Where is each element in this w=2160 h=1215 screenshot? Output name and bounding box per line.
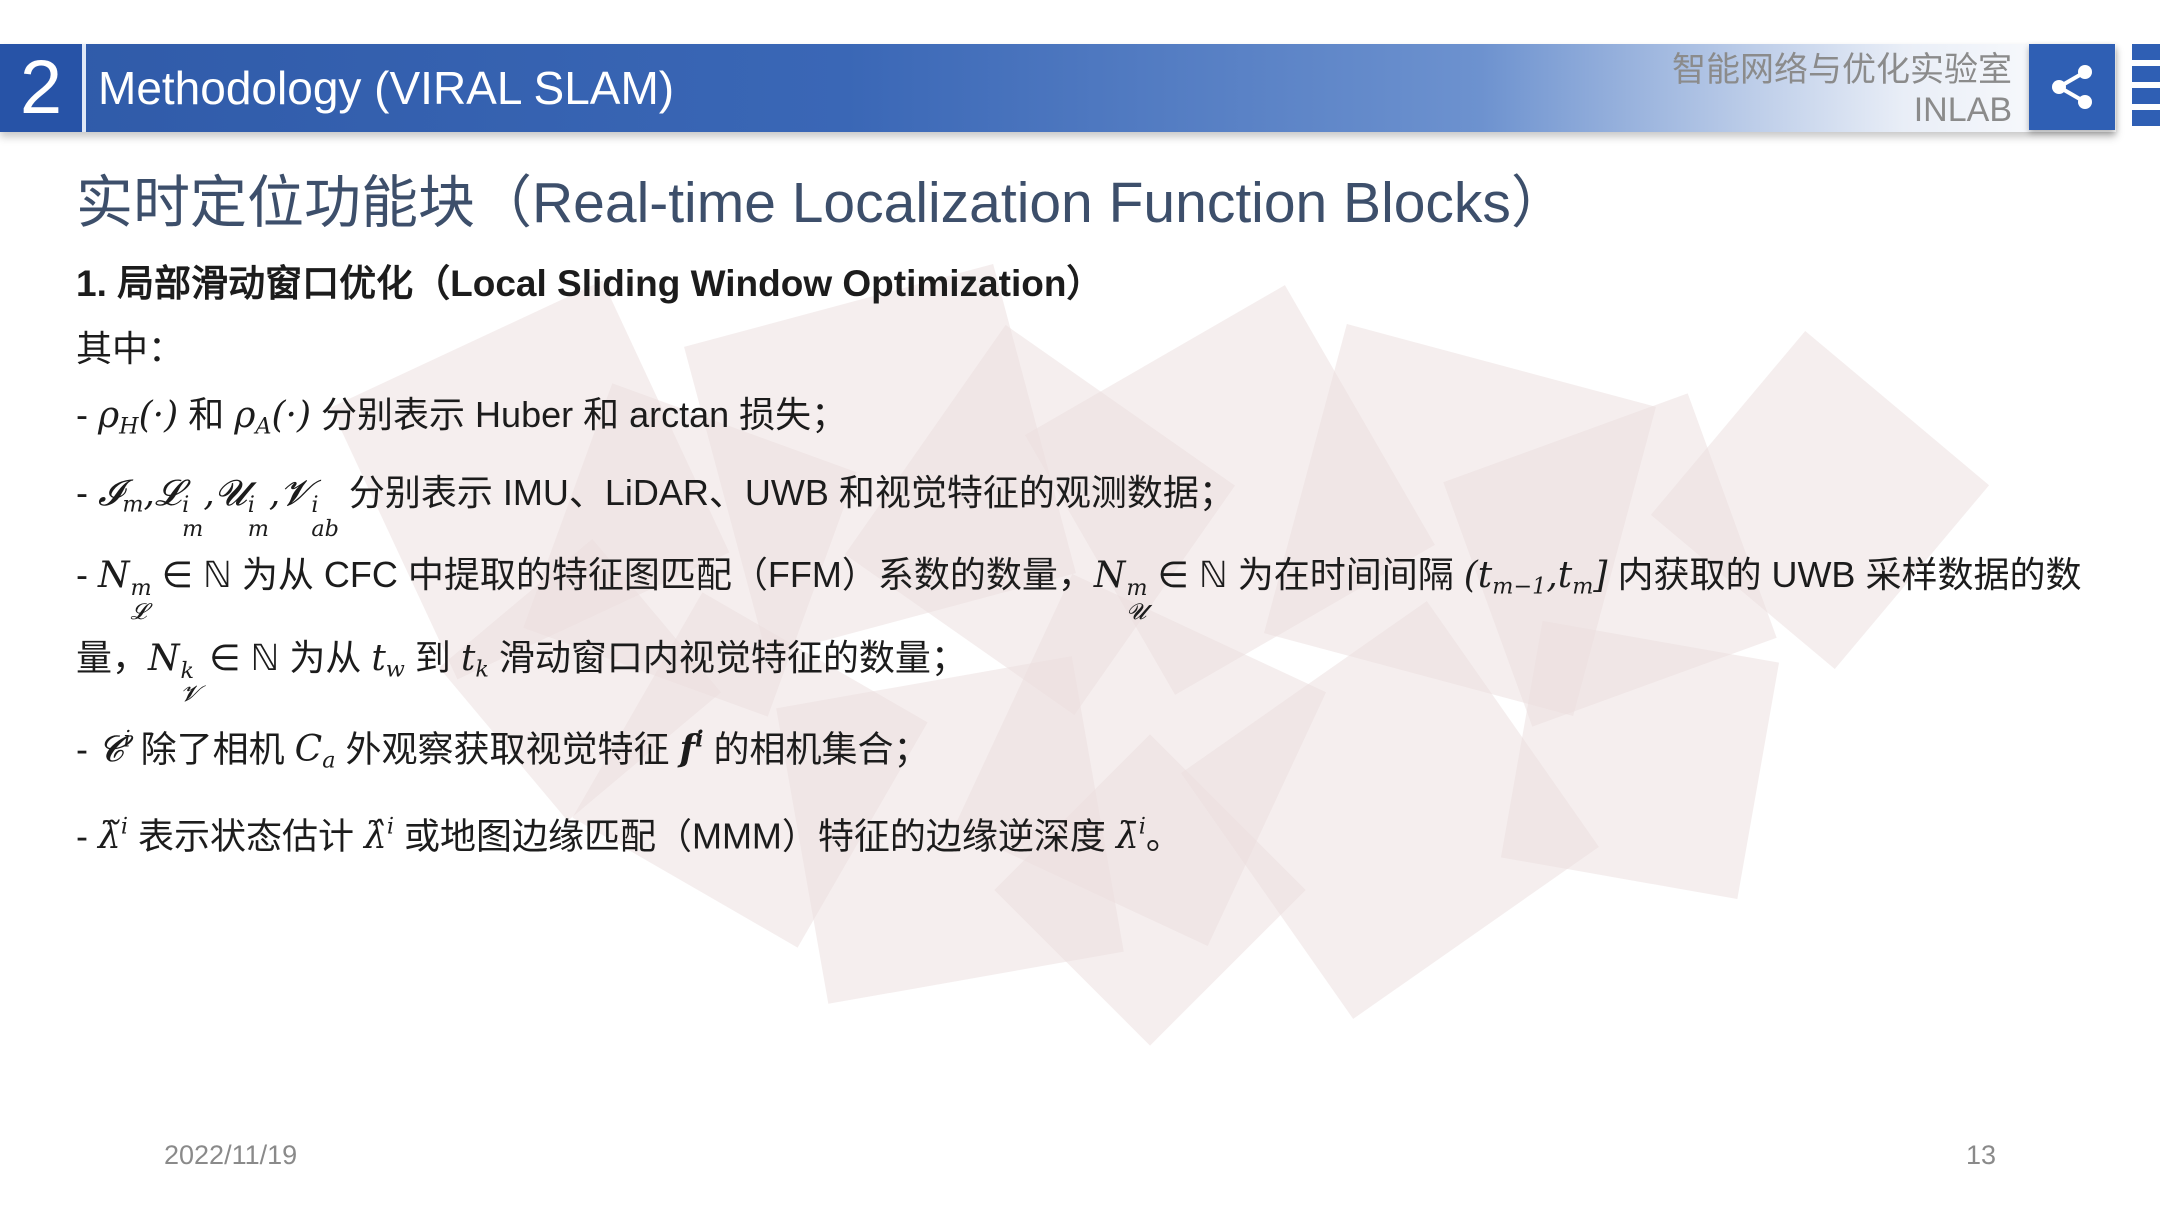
math-lambda-hat: λ̂i: [363, 813, 394, 858]
page-number: 13: [1965, 1140, 1996, 1170]
item-camera-set: - 𝓒i 除了相机 Ca 外观察获取视觉特征 fi 的相机集合；: [76, 726, 930, 774]
intro-text: 其中：: [76, 328, 185, 369]
math-t-w: tw: [371, 638, 405, 683]
math-time-interval: (tm−1,tm]: [1463, 555, 1608, 601]
math-c-set: 𝓒i: [98, 726, 131, 771]
item-counts: - Nm𝓛 ∈ ℕ 为从 CFC 中提取的特征图匹配（FFM）系数的数量，N m 𝓤…: [76, 554, 2082, 708]
section-number: 2: [0, 44, 82, 132]
section-separator: [82, 44, 86, 132]
share-icon: [2052, 65, 2092, 109]
lab-name: 智能网络与优化实验室 INLAB: [1672, 50, 2012, 130]
lab-name-en: INLAB: [1913, 91, 2012, 129]
item-inverse-depth: - λ̃i 表示状态估计 λ̂i 或地图边缘匹配（MMM）特征的边缘逆深度 λ̄…: [76, 813, 1182, 858]
slide-body: 1. 局部滑动窗口优化（Local Sliding Window Optimiz…: [76, 252, 2096, 870]
math-n-u: Nm𝓤: [1093, 555, 1148, 625]
math-lambda-tilde: λ̃i: [98, 813, 128, 858]
math-n-v: Nk𝓥: [148, 638, 200, 708]
footer-date: 2022/11/19: [164, 1140, 298, 1170]
math-t-k: tk: [460, 638, 489, 683]
item-loss-functions: - ρH(·) 和 ρA(·) 分别表示 Huber 和 arctan 损失；: [76, 394, 848, 440]
math-n-l: Nm𝓛: [98, 555, 152, 625]
math-f-i: fi: [679, 726, 704, 771]
share-button[interactable]: [2029, 44, 2115, 130]
header-title: Methodology (VIRAL SLAM): [98, 62, 675, 114]
math-rho-h: ρH: [98, 395, 139, 440]
math-observation-sets: 𝓘m,𝓛 i m ,𝓤 i m ,𝓥 i ab: [98, 472, 339, 542]
lab-name-cn: 智能网络与优化实验室: [1672, 51, 2012, 89]
math-lambda-bar: λ̄i: [1115, 813, 1146, 858]
math-c-a: Ca: [294, 729, 336, 774]
math-rho-a: ρA: [234, 395, 272, 440]
section-heading: 1. 局部滑动窗口优化（Local Sliding Window Optimiz…: [76, 263, 1104, 304]
slide-title: 实时定位功能块（Real-time Localization Function …: [76, 171, 1568, 235]
item-observations: - 𝓘m,𝓛 i m ,𝓤 i m ,𝓥 i ab 分别表示 IMU、LiDAR、UWB 和视觉…: [76, 471, 1235, 542]
slide-nav-tab[interactable]: [2132, 44, 2160, 132]
